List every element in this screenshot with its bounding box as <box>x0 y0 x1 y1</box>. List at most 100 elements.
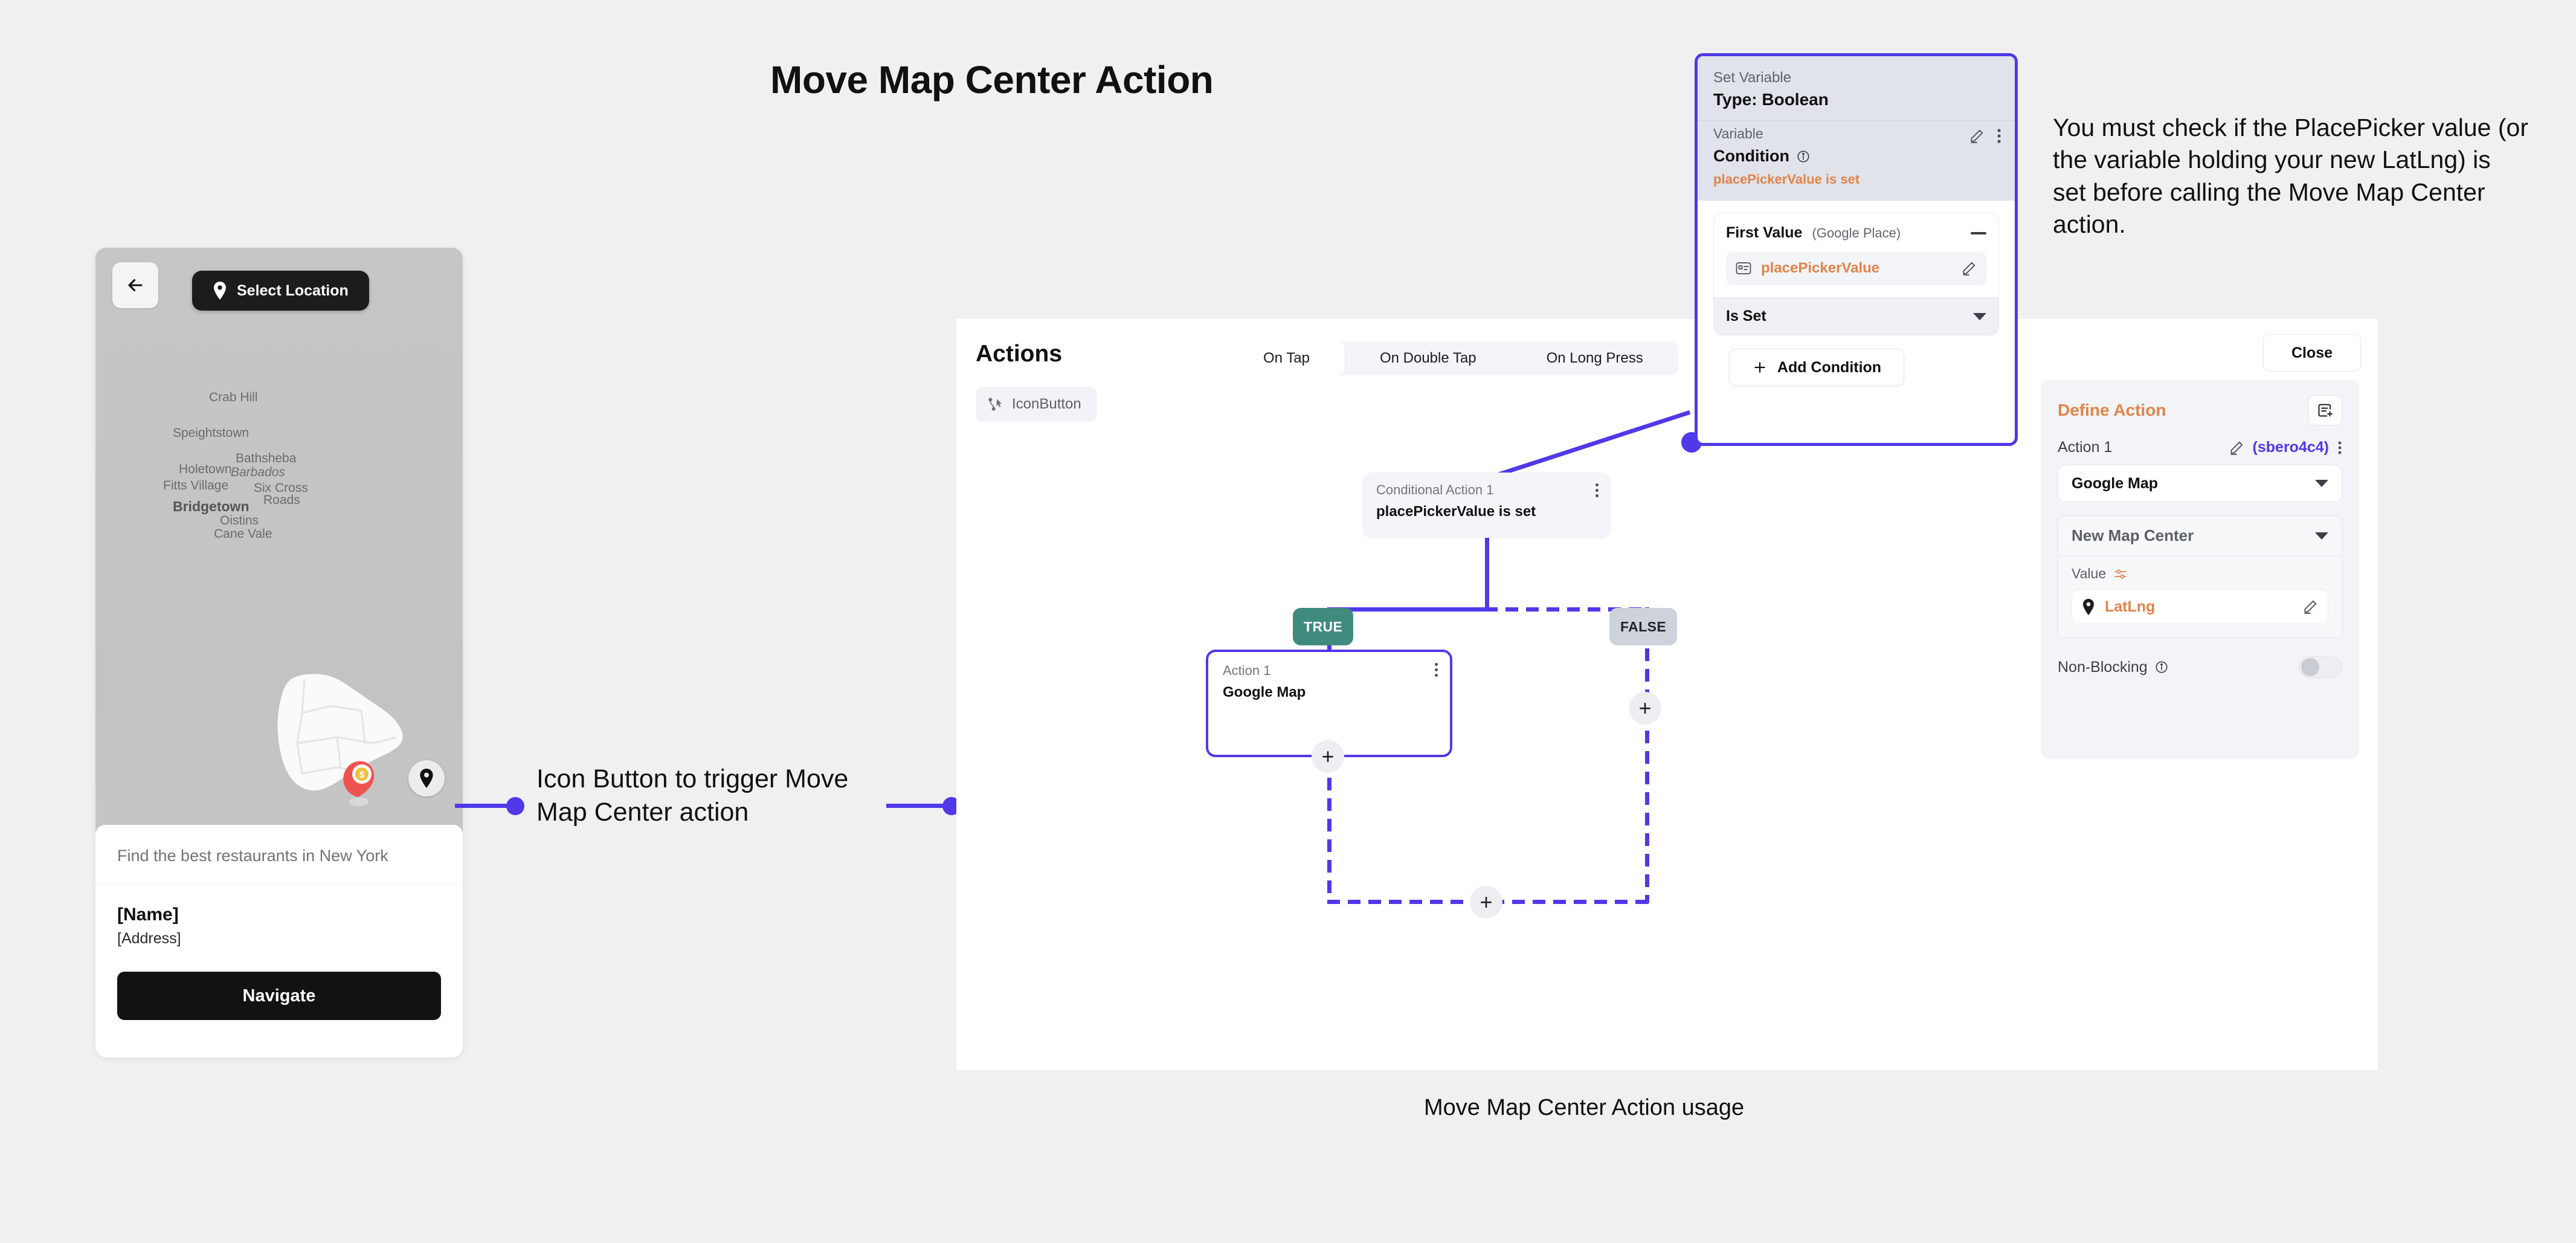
phone-mockup: Crab Hill Speightstown Bathsheba Holetow… <box>95 248 463 1057</box>
variable-condition-section: Variable Condition placePickerValue is s… <box>1698 120 2015 201</box>
pencil-icon[interactable] <box>1969 128 1985 144</box>
connector-line-editor <box>886 804 947 808</box>
kebab-menu-icon[interactable] <box>1435 663 1438 677</box>
chevron-down-icon <box>2315 532 2328 540</box>
page-root: Move Map Center Action Crab Hill Speight… <box>0 0 2576 1243</box>
map-pin-icon <box>419 769 434 788</box>
non-blocking-label: Non-Blocking <box>2058 658 2148 676</box>
add-note-icon[interactable] <box>2308 395 2342 425</box>
add-condition-button[interactable]: Add Condition <box>1729 349 1904 386</box>
value-field[interactable]: LatLng <box>2072 589 2328 624</box>
action-label: Action 1 <box>2058 439 2113 456</box>
action-config-group: New Map Center Value LatLng <box>2058 515 2342 638</box>
map-pin-icon <box>213 282 227 300</box>
value-wrapper: Value LatLng <box>2058 556 2342 638</box>
non-blocking-toggle[interactable] <box>2299 656 2342 678</box>
back-button[interactable] <box>112 262 158 308</box>
page-title: Move Map Center Action <box>770 58 1214 102</box>
false-branch-badge: FALSE <box>1609 608 1678 645</box>
select-location-button[interactable]: Select Location <box>192 271 369 311</box>
map-label: Crab Hill <box>209 390 258 404</box>
figure-caption: Move Map Center Action usage <box>1424 1095 1745 1120</box>
map-label: Cane Vale <box>214 527 272 541</box>
first-value-type: (Google Place) <box>1812 225 1901 241</box>
action-node-title: Google Map <box>1223 684 1306 700</box>
kebab-menu-icon[interactable] <box>1997 128 2001 144</box>
set-variable-type: Type: Boolean <box>1713 90 1829 109</box>
target-select[interactable]: Google Map <box>2058 465 2342 502</box>
edge-true-continue <box>1327 757 1331 902</box>
annotation-place-picker: You must check if the PlacePicker value … <box>2053 114 2528 238</box>
map-label: Fitts Village <box>163 479 229 492</box>
operator-label: Is Set <box>1726 308 1766 324</box>
map-label: Roads <box>263 493 300 507</box>
add-condition-label: Add Condition <box>1777 358 1882 376</box>
add-action-button-false[interactable]: + <box>1629 692 1661 725</box>
conditional-action-node[interactable]: Conditional Action 1 placePickerValue is… <box>1363 473 1611 538</box>
variable-label: Variable <box>1713 126 1763 141</box>
value-text: LatLng <box>2105 598 2156 615</box>
connector-dot-phone <box>506 797 524 815</box>
event-tab-bar: On Tap On Double Tap On Long Press <box>1228 341 1678 375</box>
value-label-row: Value <box>2072 566 2328 582</box>
variable-icon <box>1736 262 1751 275</box>
search-input[interactable]: Find the best restaurants in New York <box>95 825 463 884</box>
select-location-label: Select Location <box>237 282 349 299</box>
action-type-select[interactable]: New Map Center <box>2058 516 2342 556</box>
first-value-text: placePickerValue <box>1761 260 1880 276</box>
pencil-icon[interactable] <box>2302 599 2318 615</box>
close-button[interactable]: Close <box>2263 334 2361 372</box>
kebab-menu-icon[interactable] <box>2337 441 2342 455</box>
minus-icon[interactable] <box>1971 231 1986 234</box>
tab-on-tap[interactable]: On Tap <box>1228 341 1345 375</box>
panel-title: Actions <box>976 341 1063 367</box>
conditional-node-subtitle: Conditional Action 1 <box>1376 482 1494 497</box>
set-variable-label: Set Variable <box>1713 69 1791 86</box>
tab-on-long-press[interactable]: On Long Press <box>1512 341 1678 375</box>
info-icon[interactable] <box>2155 660 2168 674</box>
place-name: [Name] <box>117 905 179 925</box>
island-svg <box>277 674 403 791</box>
action-id: (sbero4c4) <box>2252 439 2329 456</box>
action-type-value: New Map Center <box>2072 526 2194 544</box>
pencil-icon[interactable] <box>1961 260 1977 276</box>
set-variable-header: Set Variable Type: Boolean <box>1698 56 2015 120</box>
barbados-island-shape <box>246 671 410 810</box>
place-address: [Address] <box>117 930 181 947</box>
map-label: Oistins <box>220 514 259 528</box>
svg-text:$: $ <box>359 770 365 780</box>
condition-body: First Value (Google Place) placePickerVa… <box>1698 201 2015 386</box>
place-details: [Name] [Address] <box>95 884 463 948</box>
action-node-subtitle: Action 1 <box>1223 663 1271 678</box>
condition-label: Condition <box>1713 147 1789 165</box>
sliders-icon[interactable] <box>2113 568 2128 580</box>
first-value-field[interactable]: placePickerValue <box>1726 251 1986 285</box>
tab-on-double-tap[interactable]: On Double Tap <box>1345 341 1512 375</box>
define-action-title: Define Action <box>2058 401 2166 419</box>
first-value-section: First Value (Google Place) placePickerVa… <box>1714 213 1998 297</box>
condition-row: Condition <box>1713 147 1999 166</box>
kebab-menu-icon[interactable] <box>1596 483 1599 497</box>
operator-select[interactable]: Is Set <box>1714 297 1998 335</box>
pencil-icon[interactable] <box>2229 440 2244 456</box>
non-blocking-row: Non-Blocking <box>2058 656 2342 678</box>
chip-label: IconButton <box>1012 396 1081 412</box>
bottom-sheet: Find the best restaurants in New York [N… <box>95 825 463 1057</box>
plus-icon <box>1752 360 1768 375</box>
define-action-header: Define Action <box>2058 395 2342 425</box>
variable-actions <box>1969 128 2001 144</box>
navigate-button[interactable]: Navigate <box>117 972 441 1020</box>
add-action-button-merge[interactable]: + <box>1470 886 1502 919</box>
chevron-down-icon <box>1973 312 1986 320</box>
add-action-button-true[interactable]: + <box>1312 740 1344 773</box>
chip-icon-button[interactable]: IconButton <box>976 387 1097 422</box>
annotation-icon-button: Icon Button to trigger Move Map Center a… <box>536 764 849 827</box>
map-pin-fab-button[interactable] <box>408 760 445 796</box>
map-marker-icon: $ <box>340 758 378 807</box>
true-branch-badge: TRUE <box>1293 608 1354 645</box>
map-pin-icon <box>2082 598 2095 615</box>
arrow-left-icon <box>125 275 146 295</box>
edge-false-down <box>1645 607 1649 903</box>
info-icon[interactable] <box>1797 150 1810 163</box>
cursor-node-icon <box>988 396 1003 412</box>
